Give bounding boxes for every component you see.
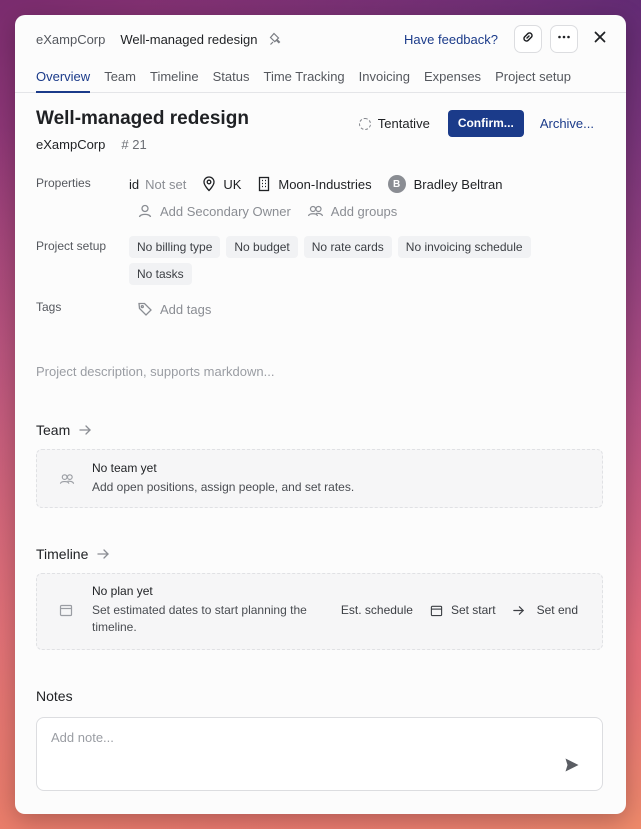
plan-actions: Est. schedule Set start Set end [341, 603, 578, 617]
tab-overview[interactable]: Overview [36, 63, 91, 93]
calendar-icon [59, 603, 73, 622]
tag-icon [138, 302, 152, 316]
project-panel: eXampCorp Well-managed redesign Have fee… [15, 15, 626, 814]
add-secondary-owner-label: Add Secondary Owner [160, 203, 291, 219]
calendar-icon [430, 605, 443, 616]
notes-box [36, 717, 603, 791]
properties-row-2: Add Secondary Owner Add groups [137, 203, 413, 219]
set-start-button[interactable]: Set start [451, 603, 496, 617]
properties-row: id Not set UK Moon-Industries B Bradley … [129, 175, 518, 193]
more-button[interactable] [550, 25, 578, 53]
link-icon [520, 29, 536, 50]
tentative-icon [358, 117, 371, 130]
project-org[interactable]: eXampCorp [36, 137, 105, 152]
team-empty-title: No team yet [92, 461, 157, 475]
top-bar: eXampCorp Well-managed redesign Have fee… [15, 15, 626, 63]
chip-billing-type[interactable]: No billing type [129, 236, 221, 258]
setup-chips-row-2: No tasks [129, 263, 198, 285]
user-icon [138, 204, 152, 218]
client-property[interactable]: Moon-Industries [257, 176, 372, 192]
breadcrumb-project: Well-managed redesign [120, 31, 258, 47]
tab-status[interactable]: Status [213, 63, 250, 93]
team-section-title[interactable]: Team [36, 422, 92, 438]
tab-expenses[interactable]: Expenses [424, 63, 481, 93]
notes-section-title: Notes [36, 688, 73, 704]
project-setup-label: Project setup [36, 239, 107, 253]
team-empty-text: Add open positions, assign people, and s… [92, 480, 355, 494]
status-tentative[interactable]: Tentative [358, 116, 430, 131]
confirm-button[interactable]: Confirm... [447, 110, 524, 137]
project-subline: eXampCorp # 21 [36, 137, 147, 152]
tags-label: Tags [36, 300, 62, 314]
chip-tasks[interactable]: No tasks [129, 263, 192, 285]
id-property[interactable]: id Not set [129, 177, 186, 192]
notes-title: Notes [36, 688, 73, 704]
page-title[interactable]: Well-managed redesign [36, 108, 249, 130]
status-label: Tentative [377, 116, 430, 131]
team-empty-state: No team yet Add open positions, assign p… [36, 449, 603, 508]
timeline-empty-text-1: Set estimated dates to start planning th… [92, 603, 307, 617]
tab-time-tracking[interactable]: Time Tracking [264, 63, 345, 93]
tab-bar: Overview Team Timeline Status Time Track… [15, 63, 626, 93]
building-icon [259, 176, 270, 192]
id-key: id [129, 176, 140, 192]
project-number: # 21 [121, 137, 147, 152]
breadcrumb-org[interactable]: eXampCorp [36, 32, 105, 47]
owner-value: Bradley Beltran [413, 176, 503, 192]
tab-timeline[interactable]: Timeline [150, 63, 199, 93]
more-icon [556, 29, 572, 50]
tab-invoicing[interactable]: Invoicing [359, 63, 410, 93]
timeline-empty-state: No plan yet Set estimated dates to start… [36, 573, 603, 650]
add-groups-label: Add groups [330, 203, 398, 219]
est-schedule-button[interactable]: Est. schedule [341, 603, 413, 617]
note-input[interactable] [51, 730, 531, 745]
pin-icon[interactable] [269, 32, 283, 46]
status-actions: Tentative Confirm... Archive... [358, 110, 594, 137]
tab-project-setup[interactable]: Project setup [495, 63, 571, 93]
close-button[interactable] [586, 25, 614, 53]
team-icon [59, 471, 75, 492]
tab-team[interactable]: Team [104, 63, 136, 93]
add-tags-button[interactable]: Add tags [137, 301, 211, 317]
add-tags-label: Add tags [160, 301, 212, 317]
archive-button[interactable]: Archive... [540, 116, 594, 131]
arrow-right-icon [79, 425, 92, 435]
location-pin-icon [203, 176, 215, 192]
location-value: UK [223, 176, 242, 192]
id-value: Not set [145, 176, 187, 192]
group-icon [307, 205, 323, 217]
timeline-section-title[interactable]: Timeline [36, 546, 110, 562]
chip-rate-cards[interactable]: No rate cards [303, 236, 392, 258]
timeline-empty-title: No plan yet [92, 584, 153, 598]
set-end-button[interactable]: Set end [537, 603, 578, 617]
properties-label: Properties [36, 176, 91, 190]
close-icon [592, 29, 608, 50]
project-description[interactable]: Project description, supports markdown..… [36, 364, 274, 379]
avatar: B [387, 175, 406, 193]
feedback-link[interactable]: Have feedback? [404, 32, 498, 47]
team-title: Team [36, 422, 71, 438]
chip-budget[interactable]: No budget [226, 236, 298, 258]
timeline-title: Timeline [36, 546, 89, 562]
copy-link-button[interactable] [514, 25, 542, 53]
add-groups-button[interactable]: Add groups [307, 203, 398, 219]
chip-invoicing-schedule[interactable]: No invoicing schedule [397, 236, 531, 258]
send-icon [565, 758, 579, 772]
arrow-right-icon [97, 549, 110, 559]
client-value: Moon-Industries [278, 176, 372, 192]
setup-chips-row-1: No billing type No budget No rate cards … [129, 236, 537, 258]
location-property[interactable]: UK [202, 176, 241, 192]
arrow-right-icon [512, 605, 524, 615]
owner-property[interactable]: B Bradley Beltran [387, 175, 503, 193]
tags-row: Add tags [137, 301, 227, 317]
timeline-empty-text-2: timeline. [92, 620, 137, 634]
send-note-button[interactable] [564, 757, 580, 778]
add-secondary-owner-button[interactable]: Add Secondary Owner [137, 203, 291, 219]
